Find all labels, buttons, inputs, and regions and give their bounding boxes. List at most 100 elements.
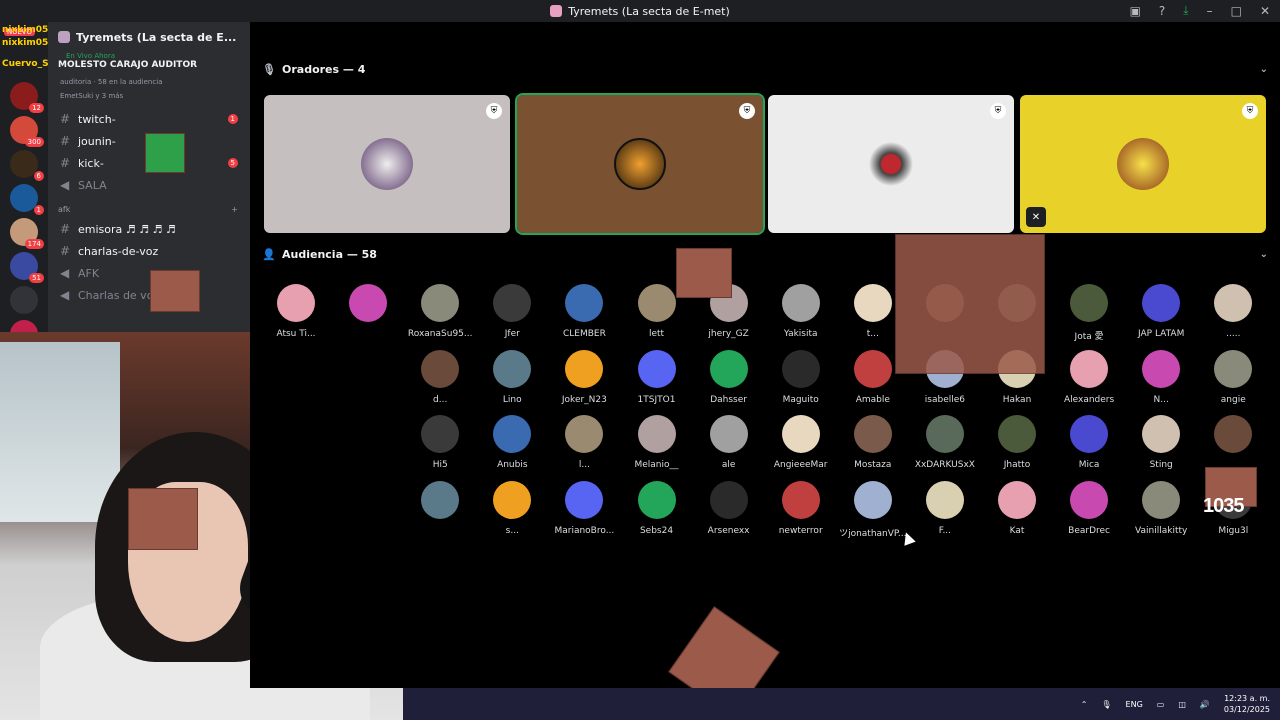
avatar — [998, 415, 1036, 453]
channel-charlas-voice[interactable]: ◀ Charlas de voz — [48, 284, 250, 306]
avatar — [709, 349, 748, 388]
chevron-down-icon[interactable]: ⌄ — [1260, 64, 1268, 75]
server-icon[interactable]: 300 — [10, 116, 44, 147]
chevron-down-icon[interactable]: ⌄ — [1260, 249, 1268, 260]
audience-member[interactable]: angie — [1197, 349, 1269, 415]
audience-member[interactable]: Mica — [1053, 415, 1125, 480]
audience-member[interactable]: Jota 愛 — [1053, 284, 1125, 349]
audience-member[interactable]: Joker_N23 — [548, 349, 620, 415]
member-name: JAP LATAM — [1138, 329, 1185, 339]
avatar — [781, 480, 820, 519]
avatar — [853, 284, 892, 322]
language-indicator[interactable]: ENG — [1126, 700, 1143, 709]
channel-charlas-de-voz[interactable]: # charlas-de-voz — [48, 240, 250, 262]
audience-member[interactable]: ..... — [1197, 284, 1269, 349]
server-icon[interactable]: 6 — [10, 150, 44, 181]
avatar — [1214, 415, 1253, 453]
speaker-tile[interactable]: ⛨ — [515, 93, 765, 235]
help-icon[interactable]: ? — [1159, 4, 1165, 18]
member-name: MarianoBro... — [554, 525, 615, 536]
add-channel-icon[interactable]: + — [231, 205, 238, 214]
audience-member[interactable]: RoxanaSu95... — [404, 284, 476, 349]
download-icon[interactable]: ⤓ — [1183, 3, 1188, 18]
guild-header[interactable]: Tyremets (La secta de E... — [48, 22, 250, 52]
audience-member[interactable]: s... — [476, 480, 548, 546]
channel-sala[interactable]: ◀ SALA — [48, 174, 250, 196]
audience-member[interactable]: BearDrec — [1053, 480, 1125, 546]
audience-member[interactable]: l... — [548, 415, 620, 480]
member-name: Sting — [1149, 460, 1173, 470]
audience-member[interactable] — [332, 284, 404, 349]
audience-member[interactable]: Sebs24 — [621, 480, 693, 546]
channel-afk[interactable]: ◀ AFK — [48, 262, 250, 284]
audience-member[interactable]: Lino — [476, 349, 548, 415]
avatar — [361, 138, 413, 190]
speaker-tile[interactable]: ⛨ — [768, 95, 1014, 233]
server-icon[interactable]: 1 — [10, 184, 44, 215]
audience-member[interactable]: Arsenexx — [693, 480, 765, 546]
hash-icon: # — [60, 156, 71, 170]
server-icon[interactable]: 51 — [10, 252, 44, 283]
audience-member[interactable]: Sting — [1125, 415, 1197, 480]
audience-member[interactable]: Jfer — [476, 284, 548, 349]
channel-emisora[interactable]: # emisora ♬ ♬ ♬ ♬ — [48, 218, 250, 240]
audience-header[interactable]: 👤 Audiencia — 58 ⌄ — [250, 242, 1280, 266]
audience-member[interactable]: Vainillakitty — [1125, 480, 1197, 546]
member-name: N... — [1153, 394, 1169, 405]
display-icon[interactable]: ▭ — [1157, 700, 1165, 709]
audience-member[interactable]: newterror — [765, 480, 837, 546]
taskbar: ⌃ 🎙 ENG ▭ ◫ 🔊 12:23 a. m. 03/12/2025 — [403, 688, 1280, 720]
server-icon[interactable]: 174 — [10, 218, 44, 249]
avatar — [493, 284, 532, 322]
audience-member[interactable]: F... — [909, 480, 981, 546]
close-button[interactable]: ✕ — [1260, 4, 1270, 18]
audience-member[interactable]: Dahsser — [693, 349, 765, 415]
audience-member[interactable]: Jhatto — [981, 415, 1053, 480]
avatar — [1117, 138, 1169, 190]
explore-icon[interactable] — [10, 286, 38, 314]
server-icon[interactable]: 12 — [10, 82, 44, 113]
hash-icon: # — [60, 134, 71, 148]
audience-member[interactable]: ツjonathanVP... — [837, 480, 909, 546]
volume-icon[interactable]: 🔊 — [1200, 700, 1210, 709]
audience-member[interactable]: ale — [693, 415, 765, 480]
audience-member[interactable]: Atsu Ti... — [260, 284, 332, 349]
avatar — [1142, 284, 1181, 322]
speakers-header[interactable]: 🎙 Oradores — 4 ⌄ — [250, 57, 1280, 81]
minimize-button[interactable]: – — [1207, 4, 1213, 18]
chevron-up-icon[interactable]: ⌃ — [1081, 700, 1088, 709]
speaker-tile[interactable]: ⛨ — [264, 95, 510, 233]
audience-member[interactable]: Melanio__ — [621, 415, 693, 480]
audience-member[interactable]: CLEMBER — [548, 284, 620, 349]
audience-member[interactable] — [404, 480, 476, 546]
member-name: lett — [648, 329, 665, 339]
audience-member[interactable]: Mostaza — [837, 415, 909, 480]
avatar — [637, 415, 676, 453]
category-afk[interactable]: afk + — [48, 200, 250, 218]
audience-member[interactable]: Maguito — [765, 349, 837, 415]
inbox-icon[interactable]: ▣ — [1130, 4, 1141, 18]
audience-member[interactable]: Anubis — [476, 415, 548, 480]
audience-member[interactable]: Yakisita — [765, 284, 837, 349]
audience-member[interactable]: MarianoBro... — [548, 480, 620, 546]
member-name: Hi5 — [432, 460, 448, 470]
avatar — [493, 415, 532, 453]
audience-member[interactable]: 1TSJTO1 — [621, 349, 693, 415]
channel-sidebar: Tyremets (La secta de E... En Vivo Ahora… — [48, 22, 250, 332]
audience-member[interactable]: Hi5 — [404, 415, 476, 480]
audience-member[interactable]: d... — [404, 349, 476, 415]
audience-member[interactable]: XxDARKUSxX — [909, 415, 981, 480]
audience-member[interactable]: Kat — [981, 480, 1053, 546]
maximize-button[interactable]: □ — [1231, 4, 1242, 18]
speaker-tile[interactable]: ⛨ ✕ — [1020, 95, 1266, 233]
audience-member[interactable]: AngieeeMar — [765, 415, 837, 480]
audience-member[interactable]: Alexanders — [1053, 349, 1125, 415]
audience-member[interactable]: N... — [1125, 349, 1197, 415]
avatar — [1214, 284, 1253, 322]
speaker-icon: ◀ — [60, 178, 70, 192]
clock[interactable]: 12:23 a. m. 03/12/2025 — [1224, 693, 1270, 715]
audience-member[interactable]: JAP LATAM — [1125, 284, 1197, 349]
channel-twitch[interactable]: # twitch- 1 — [48, 108, 250, 130]
microphone-icon[interactable]: 🎙 — [1101, 700, 1111, 709]
network-icon[interactable]: ◫ — [1178, 700, 1186, 709]
